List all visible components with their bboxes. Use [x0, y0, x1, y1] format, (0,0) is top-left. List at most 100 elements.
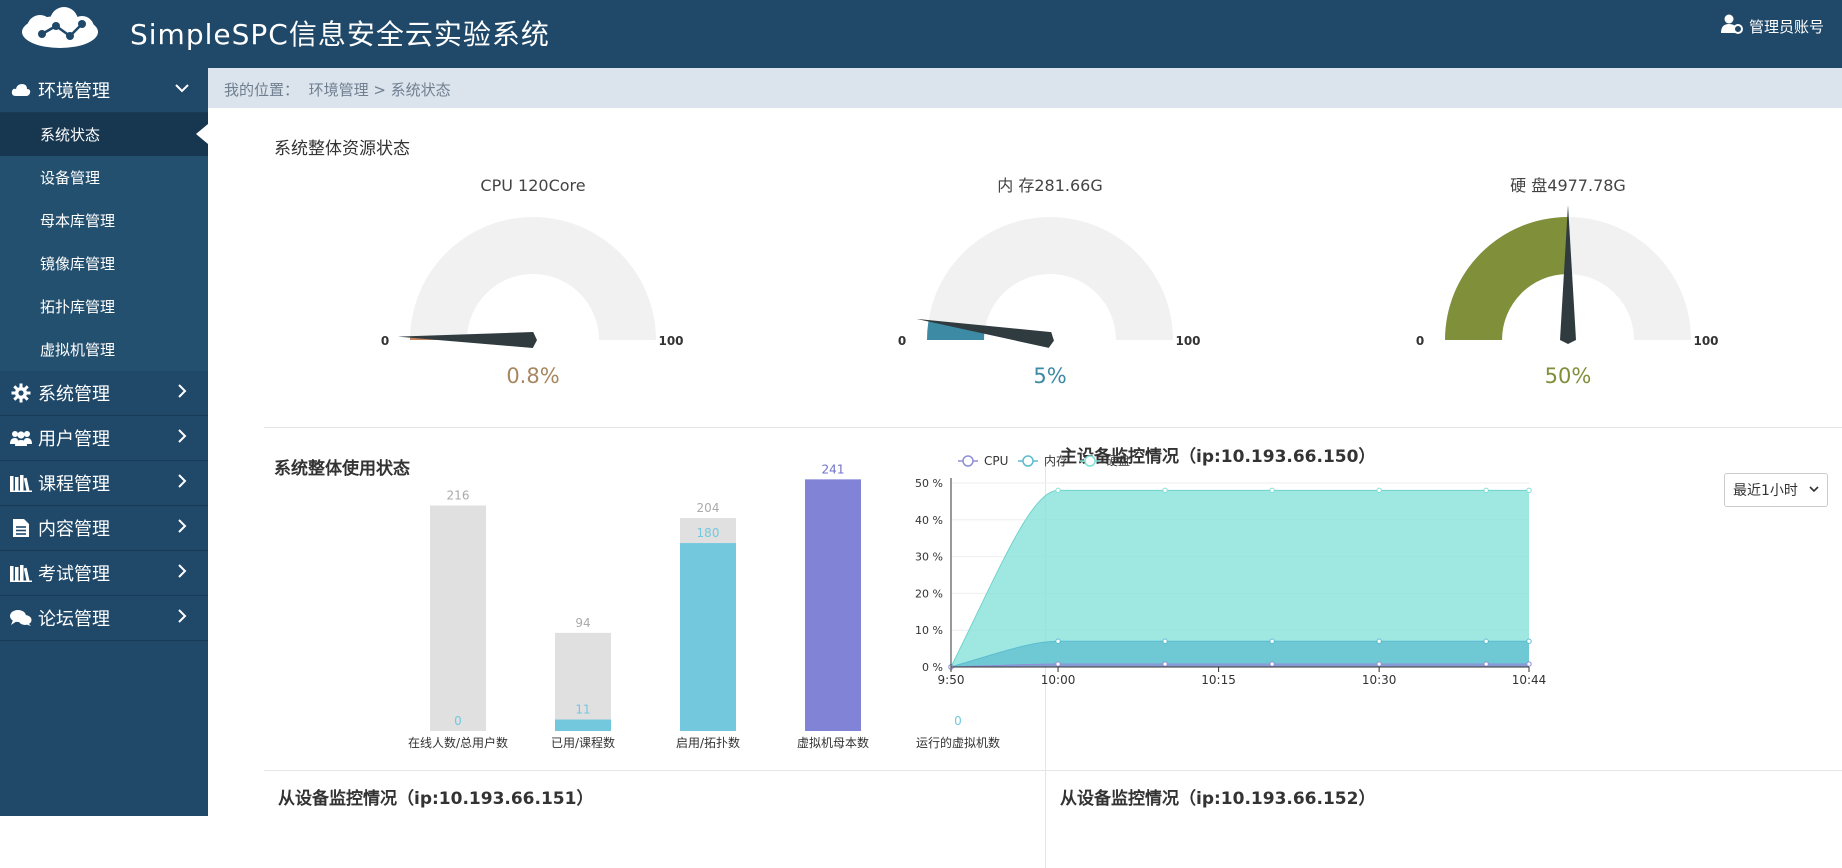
bar-group-3: 204 180 启用/拓扑数	[676, 501, 740, 750]
chat-icon	[10, 607, 32, 629]
bar-group-5: 0 运行的虚拟机数	[916, 714, 1000, 750]
sidebar-group-label: 内容管理	[38, 519, 110, 540]
chart-legend: CPU 内存 硬盘	[958, 453, 1130, 468]
bar-total-label: 94	[575, 616, 590, 630]
slave2-monitor-title: 从设备监控情况（ip:10.193.66.152）	[1060, 789, 1376, 809]
legend-item-3[interactable]: 硬盘	[1080, 453, 1130, 468]
user-label: 管理员账号	[1748, 17, 1824, 36]
chevron-right-icon	[174, 383, 190, 404]
gauge-min: 0	[898, 334, 906, 348]
chevron-right-icon	[174, 608, 190, 629]
sidebar-group-3[interactable]: 用户管理	[0, 416, 208, 461]
y-tick-label: 40 %	[915, 514, 943, 527]
legend-label: CPU	[984, 454, 1008, 468]
data-point	[1269, 487, 1275, 494]
y-tick-label: 50 %	[915, 477, 943, 490]
gauges-svg: CPU 120Core 0 100 0.8% 内 存281.66G 0 100 5% 硬 盘49…	[381, 176, 1719, 388]
breadcrumb-path[interactable]: 环境管理 > 系统状态	[309, 81, 451, 99]
data-point	[1526, 638, 1532, 644]
sidebar-group-label: 系统管理	[38, 384, 110, 405]
bar-group-1: 216 0 在线人数/总用户数	[408, 488, 508, 750]
bar-total	[430, 505, 486, 731]
header: SimpleSPC信息安全云实验系统 管理员账号	[0, 0, 1842, 68]
sidebar: 环境管理系统状态 设备管理 母本库管理 镜像库管理 拓扑库管理 虚拟机管理系统管理用户管理…	[0, 68, 208, 816]
gauge-max: 100	[1693, 334, 1718, 348]
sidebar-group-label: 课程管理	[38, 474, 110, 495]
gauge-value: 5%	[1033, 364, 1066, 388]
legend-label: 内存	[1044, 454, 1068, 468]
bar-category-label: 启用/拓扑数	[676, 735, 740, 750]
gauge-title: 内 存281.66G	[997, 176, 1102, 195]
breadcrumb: 我的位置： 环境管理 > 系统状态	[208, 68, 1842, 108]
cloud-icon	[10, 79, 32, 101]
x-tick-label: 10:15	[1201, 673, 1236, 687]
gear-icon	[10, 382, 32, 404]
chevron-right-icon	[174, 428, 190, 449]
sidebar-group-1[interactable]: 环境管理	[0, 68, 208, 113]
users-icon	[10, 427, 32, 449]
data-point	[1055, 638, 1061, 644]
x-tick-label: 10:44	[1512, 673, 1547, 687]
sidebar-group-label: 用户管理	[38, 429, 110, 450]
sidebar-item-3[interactable]: 母本库管理	[0, 199, 208, 242]
books-icon	[10, 562, 32, 584]
chevron-down-icon	[174, 80, 190, 101]
sidebar-group-2[interactable]: 系统管理	[0, 371, 208, 416]
gauge-min: 0	[381, 334, 389, 348]
data-point	[1269, 638, 1275, 644]
data-point	[1376, 487, 1382, 494]
x-tick-label: 10:00	[1041, 673, 1076, 687]
time-range-value: 最近1小时	[1733, 483, 1798, 499]
data-point	[1376, 638, 1382, 644]
x-tick-label: 10:30	[1362, 673, 1397, 687]
time-range-select[interactable]: 最近1小时	[1724, 473, 1828, 507]
legend-label: 硬盘	[1106, 453, 1130, 468]
gauge-min: 0	[1416, 334, 1424, 348]
data-point	[1483, 638, 1489, 644]
slave1-monitor-title: 从设备监控情况（ip:10.193.66.151）	[278, 789, 594, 809]
bar-category-label: 已用/课程数	[551, 735, 615, 750]
bar-category-label: 在线人数/总用户数	[408, 735, 508, 750]
sidebar-sub-list: 系统状态 设备管理 母本库管理 镜像库管理 拓扑库管理 虚拟机管理	[0, 113, 208, 371]
y-tick-label: 30 %	[915, 551, 943, 564]
data-point	[1483, 661, 1489, 667]
sidebar-group-7[interactable]: 论坛管理	[0, 596, 208, 641]
bar-used-label: 0	[454, 714, 462, 728]
legend-item-2[interactable]: 内存	[1018, 454, 1068, 468]
sidebar-item-4[interactable]: 镜像库管理	[0, 242, 208, 285]
legend-item-1[interactable]: CPU	[958, 454, 1008, 468]
bar-group-2: 94 11 已用/课程数	[551, 616, 615, 750]
gauge-max: 100	[1175, 334, 1200, 348]
divider	[264, 770, 1842, 771]
sidebar-item-2[interactable]: 设备管理	[0, 156, 208, 199]
data-point	[1483, 487, 1489, 494]
chevron-down-icon	[1809, 482, 1819, 500]
gauge-title: CPU 120Core	[480, 176, 585, 195]
sidebar-group-6[interactable]: 考试管理	[0, 551, 208, 596]
gauge-1: CPU 120Core 0 100 0.8%	[381, 176, 684, 388]
y-tick-label: 10 %	[915, 624, 943, 637]
gauge-value: 0.8%	[506, 364, 559, 388]
chevron-right-icon	[174, 563, 190, 584]
books-icon	[10, 472, 32, 494]
bar-category-label: 运行的虚拟机数	[916, 735, 1000, 750]
area-硬盘	[951, 490, 1529, 667]
data-point	[1376, 661, 1382, 667]
gauge-2: 内 存281.66G 0 100 5%	[898, 176, 1201, 388]
gauge-track	[927, 217, 1173, 340]
user-gear-icon	[1720, 14, 1743, 38]
sidebar-item-5[interactable]: 拓扑库管理	[0, 285, 208, 328]
gauge-max: 100	[658, 334, 683, 348]
data-point	[1055, 487, 1061, 494]
sidebar-group-4[interactable]: 课程管理	[0, 461, 208, 506]
sidebar-item-1[interactable]: 系统状态	[0, 113, 208, 156]
gauge-3: 硬 盘4977.78G 0 100 50%	[1416, 176, 1719, 388]
sidebar-group-label: 环境管理	[38, 81, 110, 102]
sidebar-group-5[interactable]: 内容管理	[0, 506, 208, 551]
user-menu[interactable]: 管理员账号	[1720, 14, 1824, 38]
app-title: SimpleSPC信息安全云实验系统	[130, 18, 550, 51]
sidebar-item-6[interactable]: 虚拟机管理	[0, 328, 208, 371]
data-point	[1269, 661, 1275, 667]
bar-total-label: 204	[697, 501, 720, 515]
cloud-logo-icon	[18, 6, 104, 56]
